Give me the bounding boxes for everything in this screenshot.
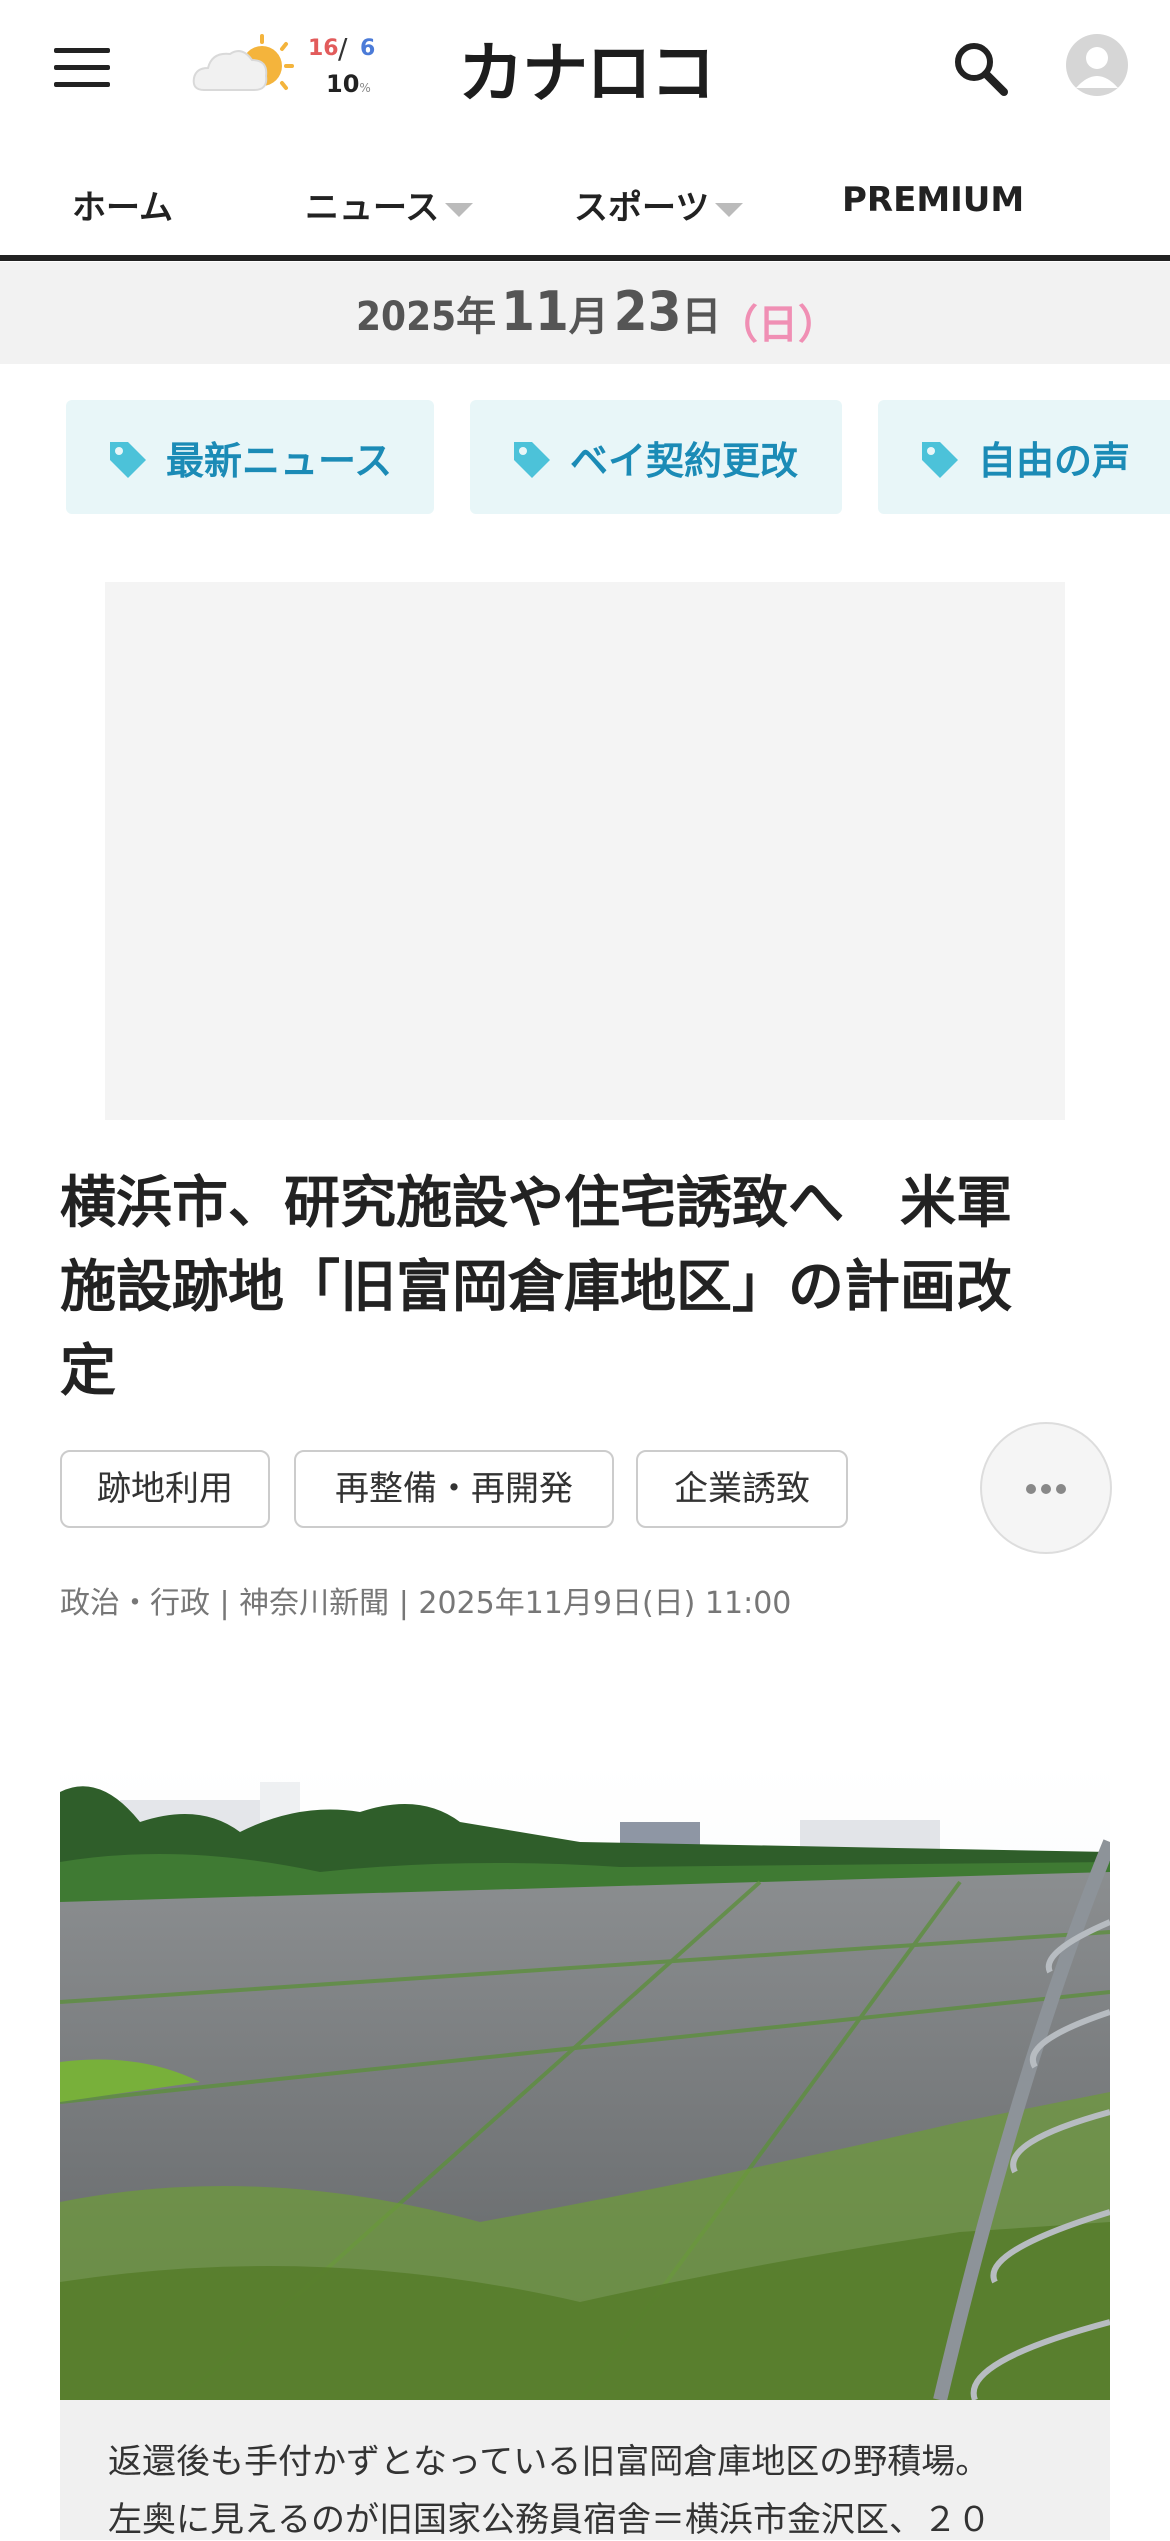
main-nav: ホーム ニュース スポーツ PREMIUM bbox=[0, 140, 1170, 261]
tag-icon bbox=[110, 442, 146, 478]
topic-tag[interactable]: 最新ニュース bbox=[66, 400, 434, 514]
temp-separator: / bbox=[338, 32, 348, 65]
ad-placeholder[interactable] bbox=[105, 582, 1065, 1120]
user-avatar-icon[interactable] bbox=[1066, 34, 1128, 96]
search-icon[interactable] bbox=[950, 38, 1010, 98]
partly-cloudy-sun-icon bbox=[192, 34, 294, 91]
nav-item-home[interactable]: ホーム bbox=[72, 180, 173, 229]
article-title: 横浜市、研究施設や住宅誘致へ 米軍 施設跡地「旧富岡倉庫地区」の計画改 定 bbox=[60, 1171, 1012, 1404]
topic-tag[interactable]: 自由の声 bbox=[878, 400, 1170, 514]
weather-widget[interactable]: 16 / 6 10% bbox=[190, 30, 390, 110]
topic-tag-row: 最新ニュース ベイ契約更改 自由の声 bbox=[0, 400, 1170, 518]
nav-item-news[interactable]: ニュース bbox=[305, 180, 474, 229]
topic-tag[interactable]: ベイ契約更改 bbox=[470, 400, 842, 514]
tag-icon bbox=[514, 442, 550, 478]
article-meta: 政治・行政 | 神奈川新聞 | 2025年11月9日(日) 11:00 bbox=[60, 1586, 792, 1621]
hamburger-menu-icon[interactable] bbox=[54, 48, 110, 88]
keyword-chip[interactable]: 再整備・再開発 bbox=[294, 1450, 614, 1528]
chevron-down-icon bbox=[445, 202, 474, 217]
temp-low: 6 bbox=[360, 36, 376, 61]
current-date: 2025年 11月 23日 bbox=[356, 280, 722, 343]
weekday: （日） bbox=[718, 302, 838, 348]
site-header: 16 / 6 10% カナロコ bbox=[0, 0, 1170, 140]
article-photo[interactable] bbox=[60, 1762, 1110, 2400]
nav-item-premium[interactable]: PREMIUM bbox=[842, 180, 1024, 220]
rain-chance: 10% bbox=[326, 70, 371, 98]
article-photo-image bbox=[60, 1762, 1110, 2400]
date-bar: 2025年 11月 23日 （日） bbox=[0, 262, 1170, 364]
keyword-chip[interactable]: 跡地利用 bbox=[60, 1450, 270, 1528]
chevron-down-icon bbox=[715, 202, 744, 217]
more-options-button[interactable] bbox=[980, 1422, 1112, 1554]
tag-icon bbox=[922, 442, 958, 478]
photo-caption: 返還後も手付かずとなっている旧富岡倉庫地区の野積場。 左奥に見えるのが旧国家公務… bbox=[60, 2400, 1110, 2540]
nav-item-sports[interactable]: スポーツ bbox=[574, 180, 744, 229]
keyword-chip[interactable]: 企業誘致 bbox=[636, 1450, 848, 1528]
temp-high: 16 bbox=[308, 36, 339, 61]
site-logo[interactable]: カナロコ bbox=[458, 20, 716, 116]
